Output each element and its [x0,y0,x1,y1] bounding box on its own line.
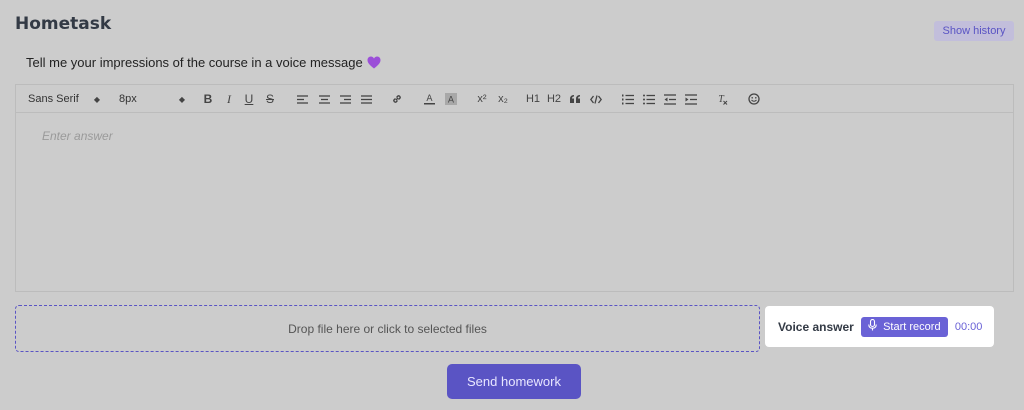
subscript-button[interactable]: x₂ [495,85,511,113]
background-color-icon[interactable]: A [444,85,458,113]
bullet-list-icon[interactable] [642,85,656,113]
strike-button[interactable]: S [263,85,277,113]
font-size-select[interactable]: 8px ◆ [119,85,185,113]
superscript-button[interactable]: x² [474,85,490,113]
dropzone-label: Drop file here or click to selected file… [288,321,487,336]
font-family-value: Sans Serif [28,93,79,105]
font-family-select[interactable]: Sans Serif ◆ [28,85,100,113]
answer-placeholder: Enter answer [42,129,113,143]
task-description: Tell me your impressions of the course i… [26,55,381,70]
text-color-icon[interactable]: A [422,85,436,113]
indent-increase-icon[interactable] [684,85,698,113]
emoji-icon[interactable] [747,85,761,113]
file-dropzone[interactable]: Drop file here or click to selected file… [15,305,760,352]
answer-text-area[interactable]: Enter answer [16,114,1013,291]
underline-button[interactable]: U [242,85,256,113]
blockquote-icon[interactable] [568,85,582,113]
font-size-value: 8px [119,93,137,105]
start-record-label: Start record [883,320,941,333]
bold-button[interactable]: B [201,85,215,113]
align-center-icon[interactable] [317,85,331,113]
microphone-icon [868,318,877,334]
editor-toolbar: Sans Serif ◆ 8px ◆ B I U S A A x² x₂ H1 … [16,85,1013,113]
voice-answer-panel: Voice answer Start record 00:00 [765,306,994,347]
code-icon[interactable] [589,85,603,113]
task-text: Tell me your impressions of the course i… [26,55,363,70]
select-caret-icon: ◆ [93,94,100,104]
select-caret-icon: ◆ [178,94,185,104]
heading-2-button[interactable]: H2 [546,85,562,113]
voice-answer-label: Voice answer [778,319,854,334]
send-homework-button[interactable]: Send homework [447,364,581,399]
svg-text:A: A [426,94,433,104]
link-icon[interactable] [390,85,404,113]
align-right-icon[interactable] [338,85,352,113]
answer-editor: Sans Serif ◆ 8px ◆ B I U S A A x² x₂ H1 … [15,84,1014,292]
heading-1-button[interactable]: H1 [525,85,541,113]
record-timer: 00:00 [954,320,983,333]
align-left-icon[interactable] [295,85,309,113]
show-history-button[interactable]: Show history [934,21,1014,41]
page-title: Hometask [15,14,112,34]
svg-text:A: A [448,96,455,106]
ordered-list-icon[interactable] [621,85,635,113]
start-record-button[interactable]: Start record [860,316,948,337]
italic-button[interactable]: I [222,85,236,113]
indent-decrease-icon[interactable] [663,85,677,113]
purple-heart-icon [367,56,381,69]
clear-format-icon[interactable]: T [715,85,729,113]
align-justify-icon[interactable] [359,85,373,113]
